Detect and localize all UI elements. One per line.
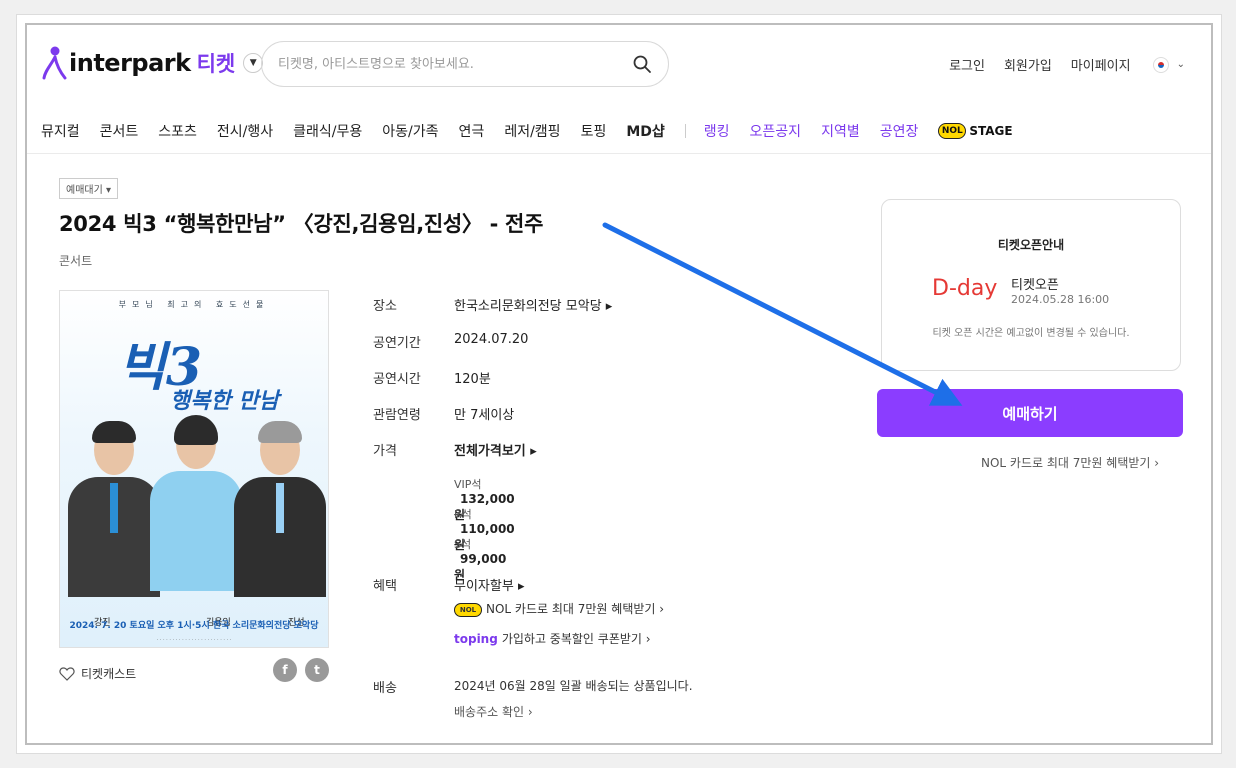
ticket-cast[interactable]: 티켓캐스트 <box>59 665 136 682</box>
poster-date: 2024. 7. 20 토요일 오후 1시·5시 한국 소리문화의전당 모악당 <box>69 621 319 631</box>
age-label: 관람연령 <box>373 408 421 423</box>
benefit-nol-text: NOL 카드로 최대 7만원 혜택받기 <box>486 602 656 616</box>
price-label: 가격 <box>373 444 397 459</box>
runtime-value: 120분 <box>454 372 491 387</box>
search-bar[interactable] <box>261 41 669 87</box>
twitter-icon[interactable]: t <box>305 658 329 682</box>
status-badge[interactable]: 예매대기 ▾ <box>59 178 118 199</box>
benefit-toping-link[interactable]: toping 가입하고 중복할인 쿠폰받기 › <box>454 630 651 647</box>
benefit-toping-text: 가입하고 중복할인 쿠폰받기 <box>501 632 642 646</box>
facebook-icon[interactable]: f <box>273 658 297 682</box>
poster-subtitle: 행복한 만남 <box>170 389 279 414</box>
ticket-open-title: 티켓오픈안내 <box>997 238 1065 252</box>
poster-tagline: 부모님 최고의 효도선물 <box>118 300 270 309</box>
price-all-link[interactable]: 전체가격보기 ▸ <box>454 440 537 459</box>
logo-text: interpark <box>69 49 191 77</box>
venue-label: 장소 <box>373 299 397 314</box>
price-grade: R석 <box>454 508 472 521</box>
login-link[interactable]: 로그인 <box>949 55 985 74</box>
chevron-down-icon[interactable]: ⌄ <box>1177 59 1185 70</box>
logo-icon <box>42 46 67 80</box>
poster-person-3 <box>234 421 326 597</box>
poster-fine-print: · · · · · · · · · · · · · · · · · · · · … <box>156 637 232 643</box>
ticket-cast-label: 티켓캐스트 <box>81 667 137 681</box>
benefit-label: 혜택 <box>373 579 397 594</box>
nav-toping[interactable]: 토핑 <box>581 121 607 141</box>
genre-label: 콘서트 <box>59 254 93 268</box>
category-nav: 뮤지컬 콘서트 스포츠 전시/행사 클래식/무용 아동/가족 연극 레저/캠핑 … <box>41 121 1013 141</box>
mypage-link[interactable]: 마이페이지 <box>1071 55 1131 74</box>
page: interpark 티켓 ▼ 로그인 회원가입 마이페이지 ⌄ 뮤지컬 콘서트 … <box>25 23 1213 745</box>
poster-person-1 <box>68 421 160 597</box>
runtime-label: 공연시간 <box>373 372 421 387</box>
nav-md-shop[interactable]: MD샵 <box>626 121 664 141</box>
page-title: 2024 빅3 “행복한만남” 〈강진,김용임,진성〉 - 전주 <box>59 212 544 236</box>
price-grade: VIP석 <box>454 478 482 491</box>
delivery-label: 배송 <box>373 681 397 696</box>
nav-musical[interactable]: 뮤지컬 <box>41 121 80 141</box>
nav-nol-stage[interactable]: NOL STAGE <box>938 123 1013 139</box>
search-icon[interactable] <box>632 54 652 74</box>
nav-region[interactable]: 지역별 <box>821 121 860 141</box>
benefit-installment: 무이자할부 <box>454 579 514 594</box>
venue-link[interactable]: 한국소리문화의전당 모악당 ▸ <box>454 295 612 314</box>
nav-open-notice[interactable]: 오픈공지 <box>750 121 802 141</box>
nav-leisure[interactable]: 레저/캠핑 <box>504 121 560 141</box>
period-value: 2024.07.20 <box>454 332 529 347</box>
nol-logo-icon: NOL <box>938 123 967 139</box>
delivery-link-text: 배송주소 확인 <box>454 705 525 719</box>
nav-sports[interactable]: 스포츠 <box>158 121 197 141</box>
ticket-open-note: 티켓 오픈 시간은 예고없이 변경될 수 있습니다. <box>932 328 1130 339</box>
book-button[interactable]: 예매하기 <box>877 389 1183 437</box>
nav-classic[interactable]: 클래식/무용 <box>293 121 362 141</box>
venue-value: 한국소리문화의전당 모악당 <box>454 299 602 314</box>
screenshot-frame: interpark 티켓 ▼ 로그인 회원가입 마이페이지 ⌄ 뮤지컬 콘서트 … <box>16 14 1222 754</box>
delivery-text: 2024년 06월 28일 일괄 배송되는 상품입니다. <box>454 679 693 693</box>
ticket-open-date: 2024.05.28 16:00 <box>1011 293 1110 306</box>
poster-image: 부모님 최고의 효도선물 빅3 행복한 만남 강진 김용임 진성 2024. 7… <box>59 290 329 648</box>
dday-label: D-day <box>932 276 998 301</box>
ticket-open-box: 티켓오픈안내 D-day 티켓오픈 2024.05.28 16:00 티켓 오픈… <box>881 199 1181 371</box>
search-input[interactable] <box>278 56 632 72</box>
nol-logo-icon: NOL <box>454 602 482 617</box>
nav-ranking[interactable]: 랭킹 <box>704 121 730 141</box>
top-links: 로그인 회원가입 마이페이지 ⌄ <box>930 55 1185 74</box>
logo-ticket-text: 티켓 <box>196 52 236 76</box>
price-all-label: 전체가격보기 <box>454 444 526 459</box>
period-label: 공연기간 <box>373 336 421 351</box>
heart-icon[interactable] <box>59 666 75 681</box>
delivery-address-link[interactable]: 배송주소 확인 › <box>454 703 533 720</box>
header-divider <box>27 153 1211 154</box>
stage-label: STAGE <box>969 124 1013 138</box>
age-value: 만 7세이상 <box>454 408 515 423</box>
benefit-installment-link[interactable]: 무이자할부 ▸ <box>454 575 524 594</box>
nav-exhibition[interactable]: 전시/행사 <box>217 121 273 141</box>
nav-venue[interactable]: 공연장 <box>880 121 919 141</box>
nav-concert[interactable]: 콘서트 <box>100 121 139 141</box>
korea-flag-icon[interactable] <box>1152 56 1169 73</box>
nav-play[interactable]: 연극 <box>459 121 485 141</box>
nav-kids[interactable]: 아동/가족 <box>382 121 438 141</box>
toping-logo: toping <box>454 632 498 646</box>
logo[interactable]: interpark 티켓 ▼ <box>41 45 264 81</box>
benefit-nol-link[interactable]: NOL NOL 카드로 최대 7만원 혜택받기 › <box>454 600 664 617</box>
ticket-open-label: 티켓오픈 <box>1011 278 1059 293</box>
poster-person-2 <box>150 415 242 591</box>
price-grade: S석 <box>454 538 472 551</box>
nol-card-link[interactable]: NOL 카드로 최대 7만원 혜택받기 › <box>981 454 1159 471</box>
signup-link[interactable]: 회원가입 <box>1004 55 1052 74</box>
nav-divider <box>684 124 686 138</box>
